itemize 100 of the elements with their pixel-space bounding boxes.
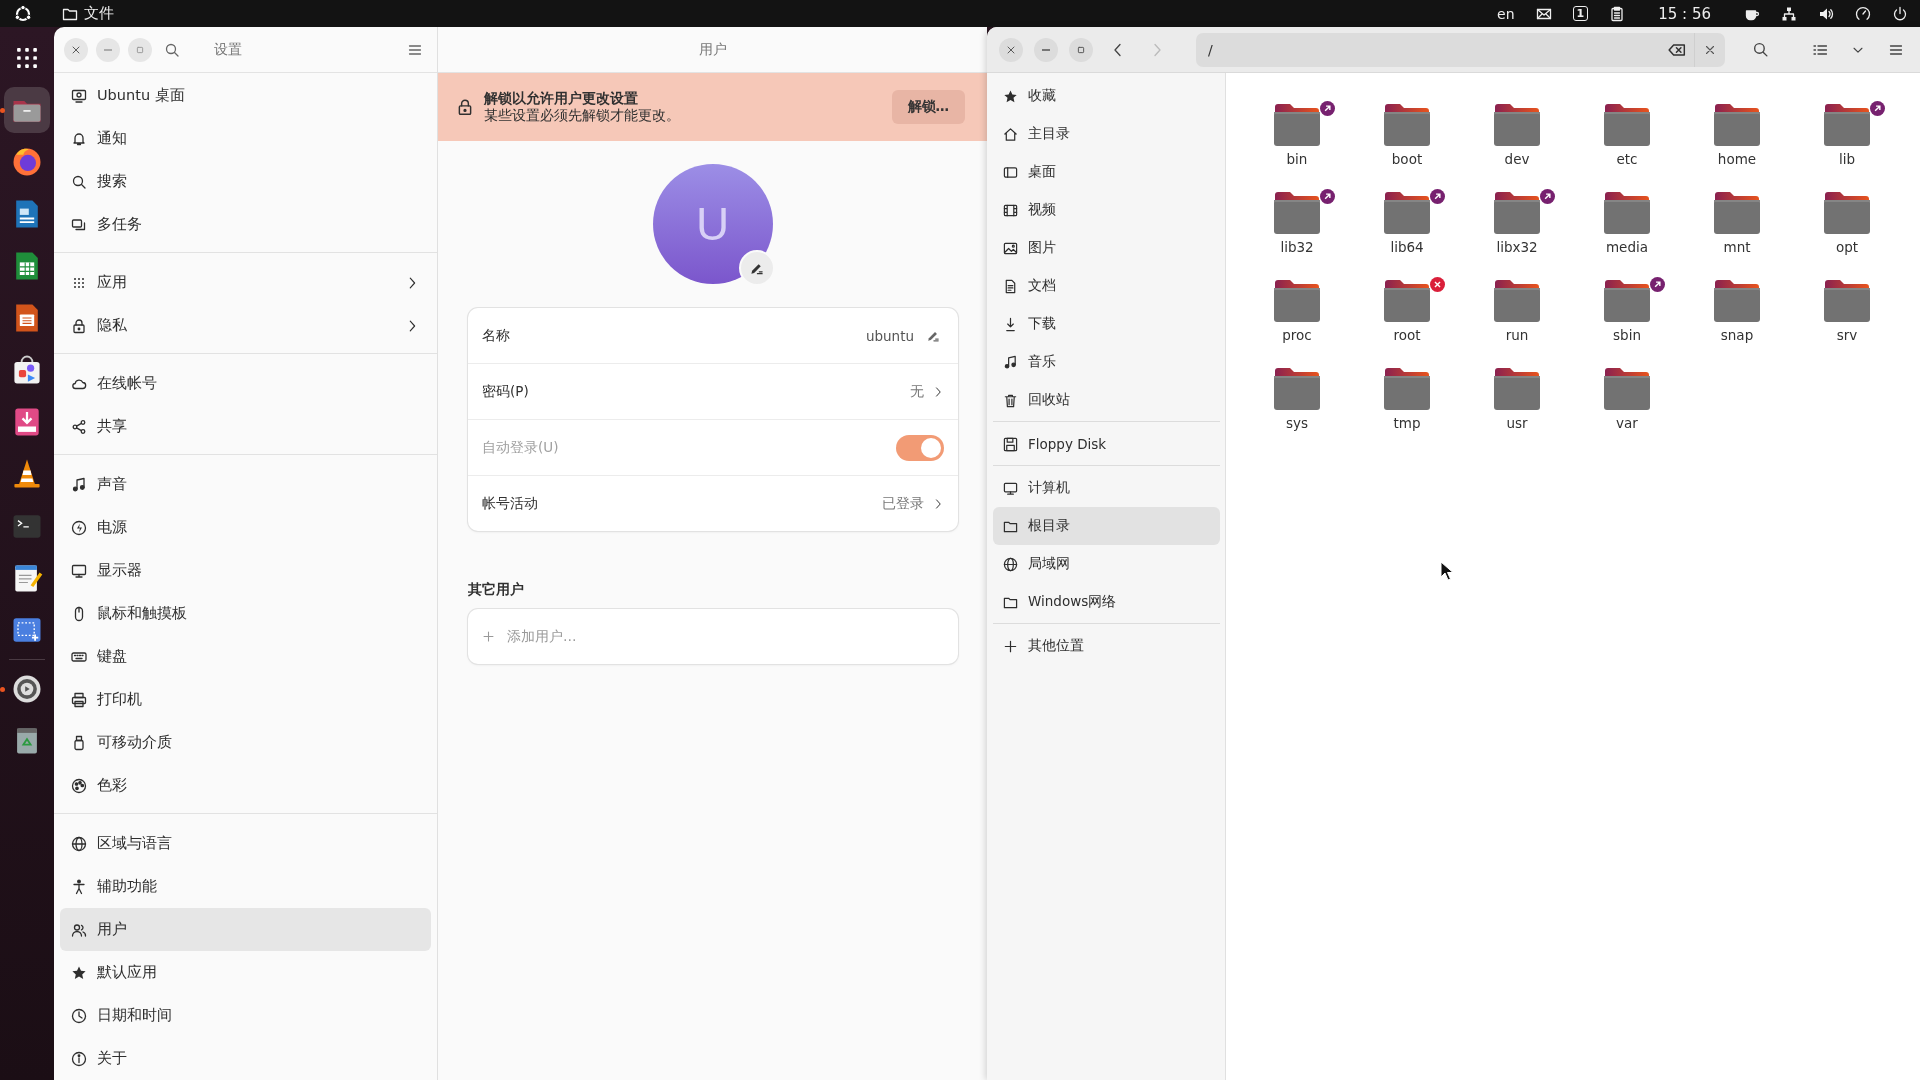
folder-icon[interactable]: [1383, 191, 1431, 235]
places-item[interactable]: 下载: [993, 305, 1220, 343]
folder-name[interactable]: var: [1616, 415, 1638, 431]
folder-icon[interactable]: [1493, 103, 1541, 147]
places-item[interactable]: 收藏: [993, 77, 1220, 115]
sidebar-item[interactable]: 打印机: [60, 678, 431, 721]
folder-name[interactable]: proc: [1282, 327, 1312, 343]
folder-icon[interactable]: [1823, 191, 1871, 235]
places-item[interactable]: 其他位置: [993, 627, 1220, 665]
network-icon[interactable]: [1781, 5, 1797, 22]
sidebar-item[interactable]: 用户: [60, 908, 431, 951]
users-icon: [71, 921, 87, 938]
clock-icon: [71, 1007, 87, 1024]
settings-row[interactable]: 密码(P) 无: [468, 363, 958, 419]
sidebar-item[interactable]: 辅助功能: [60, 865, 431, 908]
sidebar-item[interactable]: 关于: [60, 1037, 431, 1080]
places-item[interactable]: 文档: [993, 267, 1220, 305]
folder-name[interactable]: mnt: [1723, 239, 1751, 255]
sidebar-item[interactable]: 应用: [60, 261, 431, 304]
places-item[interactable]: 图片: [993, 229, 1220, 267]
clock[interactable]: 15 : 56: [1658, 4, 1711, 23]
folder-name[interactable]: run: [1505, 327, 1529, 343]
sidebar-item[interactable]: 搜索: [60, 160, 431, 203]
sidebar-item[interactable]: 色彩: [60, 764, 431, 807]
folder-name[interactable]: home: [1717, 151, 1757, 167]
places-item[interactable]: 音乐: [993, 343, 1220, 381]
folder-name[interactable]: tmp: [1393, 415, 1421, 431]
folder-icon[interactable]: [1493, 191, 1541, 235]
folder-icon[interactable]: [1823, 279, 1871, 323]
ubuntu-logo[interactable]: [14, 4, 32, 23]
folder-icon[interactable]: [1603, 367, 1651, 411]
folder-name[interactable]: lib32: [1280, 239, 1314, 255]
clipboard-icon[interactable]: [1609, 5, 1626, 22]
keyboard-layout-indicator[interactable]: en: [1497, 5, 1515, 22]
folder-name[interactable]: sbin: [1613, 327, 1641, 343]
folder-name[interactable]: dev: [1504, 151, 1530, 167]
folder-name[interactable]: libx32: [1496, 239, 1538, 255]
folder-name[interactable]: bin: [1286, 151, 1308, 167]
places-item[interactable]: 计算机: [993, 469, 1220, 507]
lock-icon: [71, 317, 87, 334]
sidebar-item[interactable]: 通知: [60, 117, 431, 160]
sidebar-item[interactable]: 电源: [60, 506, 431, 549]
folder-icon[interactable]: [1493, 279, 1541, 323]
app-menu[interactable]: 文件: [62, 4, 114, 23]
minimize-button[interactable]: [1034, 37, 1058, 62]
folder-icon[interactable]: [1713, 103, 1761, 147]
folder-icon[interactable]: [1383, 279, 1431, 323]
windows-icon: [71, 216, 87, 233]
sidebar-item[interactable]: 鼠标和触摸板: [60, 592, 431, 635]
folder-name[interactable]: lib64: [1390, 239, 1424, 255]
folder-icon[interactable]: [1603, 191, 1651, 235]
folder-name[interactable]: media: [1605, 239, 1649, 255]
folder-icon[interactable]: [1603, 279, 1651, 323]
folder-icon[interactable]: [1823, 103, 1871, 147]
folder-name[interactable]: opt: [1835, 239, 1859, 255]
folder-name[interactable]: sys: [1285, 415, 1309, 431]
unlock-button[interactable]: 解锁…: [891, 90, 965, 124]
folder-icon[interactable]: [1493, 367, 1541, 411]
sidebar-item[interactable]: 显示器: [60, 549, 431, 592]
folder-icon[interactable]: [1273, 103, 1321, 147]
workspace-indicator[interactable]: 1: [1572, 6, 1589, 21]
folder-icon[interactable]: [1383, 103, 1431, 147]
sidebar-item[interactable]: 键盘: [60, 635, 431, 678]
places-item[interactable]: 根目录: [993, 507, 1220, 545]
sidebar-item[interactable]: Ubuntu 桌面: [60, 74, 431, 117]
places-item[interactable]: 局域网: [993, 545, 1220, 583]
gauge-icon[interactable]: [1855, 5, 1871, 22]
folder-name[interactable]: boot: [1391, 151, 1423, 167]
folder-icon[interactable]: [1383, 367, 1431, 411]
folder-icon[interactable]: [1713, 191, 1761, 235]
places-item[interactable]: 回收站: [993, 381, 1220, 419]
sidebar-item[interactable]: 默认应用: [60, 951, 431, 994]
places-item[interactable]: Windows网络: [993, 583, 1220, 621]
folder-name[interactable]: root: [1393, 327, 1421, 343]
sidebar-item[interactable]: 共享: [60, 405, 431, 448]
sidebar-item[interactable]: 多任务: [60, 203, 431, 246]
places-item[interactable]: 桌面: [993, 153, 1220, 191]
folder-icon[interactable]: [1273, 191, 1321, 235]
sidebar-item[interactable]: 在线帐号: [60, 362, 431, 405]
maximize-button[interactable]: [1069, 37, 1093, 62]
folder-name[interactable]: lib: [1838, 151, 1856, 167]
settings-row[interactable]: 帐号活动 已登录: [468, 475, 958, 531]
sidebar-item[interactable]: 隐私: [60, 304, 431, 347]
folder-icon[interactable]: [1273, 279, 1321, 323]
folder-name[interactable]: srv: [1836, 327, 1858, 343]
sidebar-item[interactable]: 日期和时间: [60, 994, 431, 1037]
places-item[interactable]: 主目录: [993, 115, 1220, 153]
folder-icon[interactable]: [1603, 103, 1651, 147]
folder-name[interactable]: snap: [1720, 327, 1754, 343]
power-icon[interactable]: [1892, 5, 1908, 22]
sidebar-item[interactable]: 可移动介质: [60, 721, 431, 764]
sidebar-item[interactable]: 区域与语言: [60, 822, 431, 865]
path-bar[interactable]: /: [1196, 32, 1725, 67]
places-item[interactable]: Floppy Disk: [993, 425, 1220, 463]
folder-icon[interactable]: [1273, 367, 1321, 411]
folder-name[interactable]: usr: [1506, 415, 1528, 431]
folder-name[interactable]: etc: [1616, 151, 1638, 167]
sidebar-item[interactable]: 声音: [60, 463, 431, 506]
places-item[interactable]: 视频: [993, 191, 1220, 229]
folder-icon[interactable]: [1713, 279, 1761, 323]
